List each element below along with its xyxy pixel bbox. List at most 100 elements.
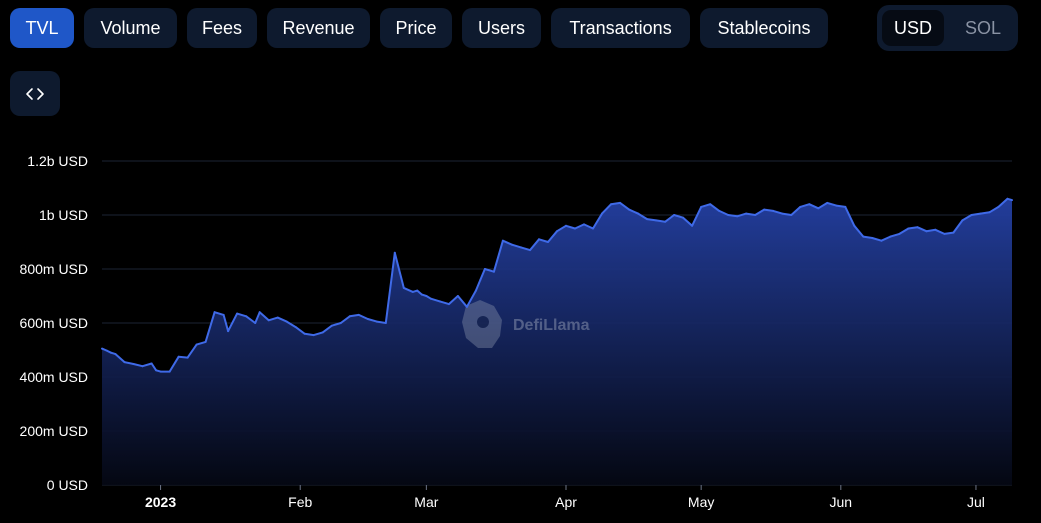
data-point — [438, 300, 441, 303]
data-point — [479, 278, 482, 281]
data-point — [330, 324, 333, 327]
data-point — [366, 318, 369, 320]
y-tick-label: 800m USD — [20, 261, 88, 277]
data-point — [348, 315, 351, 318]
data-point — [628, 208, 631, 211]
data-point — [123, 361, 126, 364]
data-point — [276, 316, 279, 319]
data-point — [799, 205, 802, 208]
data-point — [303, 332, 306, 335]
data-point — [835, 204, 838, 207]
data-point — [155, 369, 158, 372]
y-tick-label: 200m USD — [20, 423, 88, 439]
data-point — [691, 224, 694, 227]
data-point — [357, 313, 360, 316]
data-point — [547, 241, 549, 243]
data-point — [177, 355, 180, 358]
data-point — [456, 295, 459, 297]
y-tick-label: 400m USD — [20, 369, 88, 385]
data-point — [393, 251, 396, 254]
data-point — [321, 331, 324, 334]
data-point — [817, 207, 820, 210]
data-point — [952, 231, 955, 234]
data-point — [610, 203, 613, 206]
data-point — [664, 220, 667, 223]
data-point — [425, 295, 428, 297]
data-point — [871, 237, 874, 239]
data-point — [375, 320, 378, 323]
data-point — [213, 311, 216, 314]
series-area — [102, 198, 1012, 486]
data-point — [384, 322, 387, 324]
data-point — [709, 203, 712, 206]
x-tick-label: Mar — [414, 494, 438, 510]
y-tick-label: 0 USD — [47, 477, 88, 493]
data-point — [110, 351, 112, 354]
data-point — [601, 212, 603, 215]
data-point — [1006, 197, 1009, 200]
data-point — [619, 201, 622, 204]
data-point — [195, 343, 198, 346]
data-point — [501, 239, 504, 242]
data-point — [997, 205, 1000, 208]
x-tick-label: Apr — [555, 494, 577, 510]
data-point — [294, 326, 297, 329]
data-point — [339, 322, 342, 324]
data-point — [511, 243, 513, 246]
x-tick-label: Jul — [967, 494, 985, 510]
data-point — [285, 320, 288, 323]
data-point — [889, 235, 892, 238]
data-point — [258, 311, 261, 314]
data-point — [114, 353, 117, 356]
data-point — [227, 330, 230, 333]
data-point — [907, 227, 910, 230]
data-point — [159, 370, 162, 373]
data-point — [312, 334, 315, 337]
data-point — [961, 219, 964, 222]
data-point — [682, 216, 685, 219]
y-tick-label: 1.2b USD — [27, 153, 88, 169]
data-point — [745, 212, 748, 215]
data-point — [556, 230, 558, 233]
data-point — [416, 289, 419, 292]
data-point — [204, 340, 207, 343]
data-point — [754, 214, 757, 216]
data-point — [898, 232, 901, 235]
x-tick-label: 2023 — [145, 494, 176, 510]
data-point — [826, 201, 829, 204]
data-point — [718, 209, 721, 212]
data-point — [655, 219, 658, 222]
x-tick-label: Feb — [288, 494, 312, 510]
data-point — [236, 312, 239, 315]
data-point — [186, 356, 189, 359]
x-tick-label: Jun — [830, 494, 853, 510]
y-tick-label: 1b USD — [39, 207, 88, 223]
data-point — [420, 293, 423, 296]
tvl-chart: 0 USD 200m USD 400m USD 600m USD 800m USD 1b … — [20, 153, 1013, 510]
data-point — [565, 224, 567, 227]
data-point — [781, 212, 784, 215]
data-point — [592, 227, 594, 230]
data-point — [844, 205, 847, 208]
data-point — [988, 211, 991, 214]
y-axis-labels: 0 USD 200m USD 400m USD 600m USD 800m USD 1b … — [20, 153, 88, 493]
data-point — [673, 214, 676, 216]
data-point — [925, 230, 928, 233]
data-point — [853, 224, 856, 227]
data-point — [790, 214, 793, 216]
data-point — [646, 218, 649, 221]
data-point — [772, 209, 775, 212]
data-point — [529, 249, 531, 252]
data-point — [862, 235, 865, 238]
data-point — [880, 239, 883, 242]
data-point — [574, 227, 576, 230]
data-point — [637, 212, 640, 215]
y-tick-label: 600m USD — [20, 315, 88, 331]
data-point — [763, 208, 766, 211]
data-point — [979, 212, 982, 215]
data-point — [736, 215, 739, 218]
data-point — [808, 203, 811, 206]
data-point — [1011, 199, 1013, 202]
data-point — [727, 214, 730, 216]
data-point — [970, 214, 973, 216]
